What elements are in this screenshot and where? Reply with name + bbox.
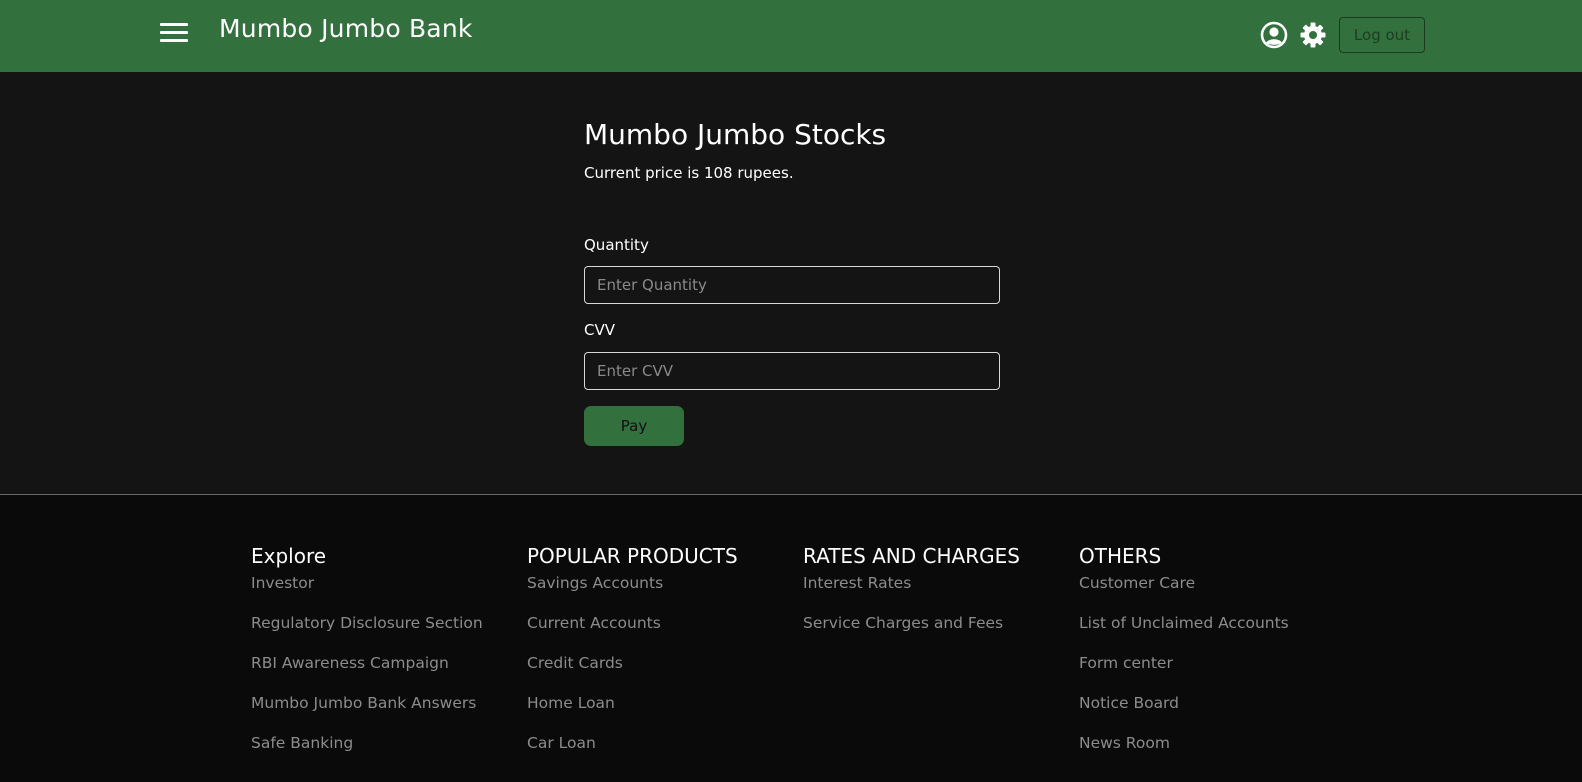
footer-link[interactable]: Notice Board [1079, 694, 1179, 712]
quantity-label: Quantity [584, 236, 649, 254]
footer-link[interactable]: Form center [1079, 654, 1173, 672]
quantity-input[interactable] [584, 266, 1000, 304]
footer-heading: Explore [251, 544, 327, 568]
user-icon[interactable] [1260, 21, 1288, 49]
pay-button[interactable]: Pay [584, 406, 684, 446]
footer-heading: POPULAR PRODUCTS [527, 544, 738, 568]
cvv-label: CVV [584, 321, 615, 339]
footer-link[interactable]: Service Charges and Fees [803, 614, 1003, 632]
footer-link[interactable]: Car Loan [527, 734, 596, 752]
footer-heading: RATES AND CHARGES [803, 544, 1020, 568]
footer-link[interactable]: List of Unclaimed Accounts [1079, 614, 1289, 632]
footer-link[interactable]: Credit Cards [527, 654, 623, 672]
menu-icon[interactable] [160, 23, 188, 43]
footer-link[interactable]: Regulatory Disclosure Section [251, 614, 483, 632]
footer-link[interactable]: RBI Awareness Campaign [251, 654, 449, 672]
footer-link[interactable]: Interest Rates [803, 574, 911, 592]
footer-link[interactable]: Current Accounts [527, 614, 661, 632]
footer-link[interactable]: Customer Care [1079, 574, 1195, 592]
footer-link[interactable]: News Room [1079, 734, 1170, 752]
footer: Explore Investor Regulatory Disclosure S… [0, 494, 1582, 782]
footer-link[interactable]: Mumbo Jumbo Bank Answers [251, 694, 476, 712]
gear-icon[interactable] [1299, 21, 1327, 49]
brand-title[interactable]: Mumbo Jumbo Bank [219, 14, 473, 43]
top-navbar: Mumbo Jumbo Bank Log out [0, 0, 1582, 72]
page-title: Mumbo Jumbo Stocks [584, 118, 887, 151]
footer-link[interactable]: Safe Banking [251, 734, 353, 752]
footer-link[interactable]: Investor [251, 574, 314, 592]
cvv-input[interactable] [584, 352, 1000, 390]
footer-heading: OTHERS [1079, 544, 1162, 568]
footer-link[interactable]: Savings Accounts [527, 574, 663, 592]
logout-button[interactable]: Log out [1339, 17, 1425, 53]
footer-link[interactable]: Home Loan [527, 694, 615, 712]
current-price-text: Current price is 108 rupees. [584, 164, 794, 182]
